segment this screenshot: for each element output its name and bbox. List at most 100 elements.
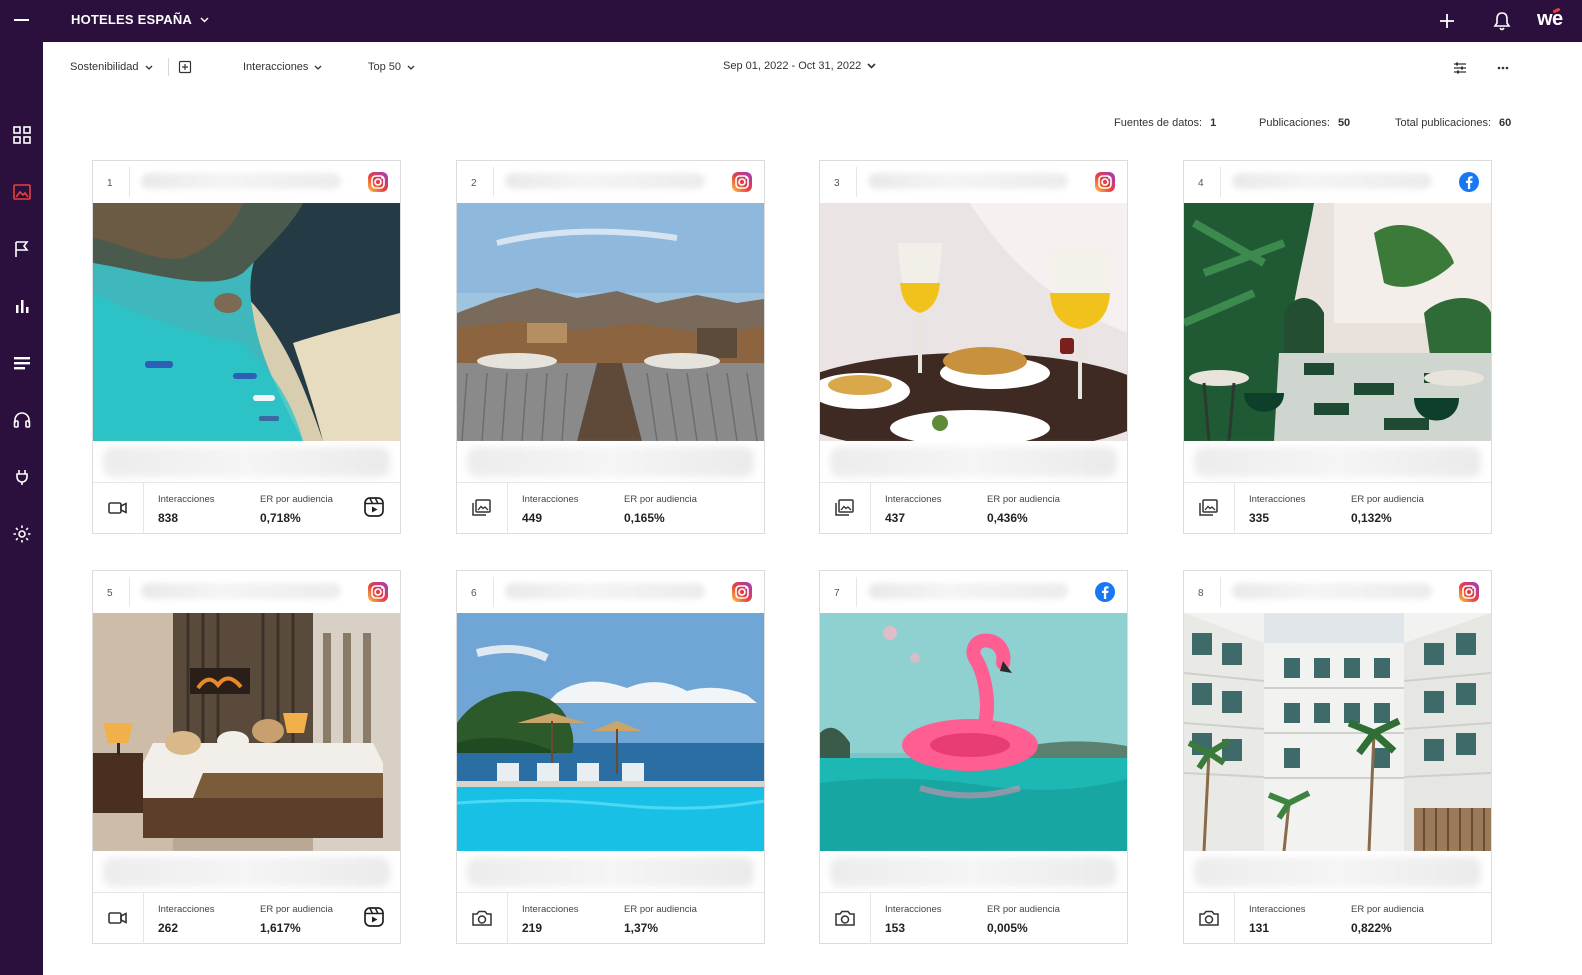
top-label: Top 50 xyxy=(368,61,402,73)
interactions-value: 153 xyxy=(885,921,906,935)
plus-icon[interactable] xyxy=(1437,11,1457,31)
sidebar-item-reports[interactable] xyxy=(11,352,33,374)
bell-icon[interactable] xyxy=(1492,10,1512,32)
instagram-icon[interactable] xyxy=(731,581,753,603)
date-range-picker[interactable]: Sep 01, 2022 - Oct 31, 2022 xyxy=(723,60,876,72)
reel-icon[interactable] xyxy=(363,496,385,518)
top-dropdown[interactable]: Top 50 xyxy=(368,61,415,73)
more-options-button[interactable] xyxy=(1494,59,1512,77)
interactions-label: Interacciones xyxy=(885,904,942,915)
chevron-down-icon xyxy=(314,65,322,70)
account-name-blurred xyxy=(505,173,705,189)
account-name-blurred xyxy=(141,583,341,599)
post-rank: 1 xyxy=(107,178,113,189)
settings-icon xyxy=(13,525,31,543)
er-label: ER por audiencia xyxy=(624,494,697,505)
sidebar-item-dashboard[interactable] xyxy=(11,124,33,146)
post-card[interactable]: 2 Interacciones 449 ER por audiencia 0,1… xyxy=(456,160,765,534)
filters-button[interactable] xyxy=(1451,59,1469,77)
account-name-blurred xyxy=(1232,583,1432,599)
facebook-icon[interactable] xyxy=(1094,581,1116,603)
post-card[interactable]: 5 Interacciones 262 ER por audiencia 1,6… xyxy=(92,570,401,944)
interactions-value: 219 xyxy=(522,921,543,935)
chevron-down-icon xyxy=(145,65,152,70)
interactions-value: 131 xyxy=(1249,921,1270,935)
footer-divider xyxy=(457,482,764,483)
caption-blurred xyxy=(467,447,754,477)
bar-chart-icon xyxy=(16,300,29,313)
post-card[interactable]: 3 Interacciones 437 ER por audiencia 0,4… xyxy=(819,160,1128,534)
post-card[interactable]: 6 Interacciones 219 ER por audiencia 1,3… xyxy=(456,570,765,944)
interactions-label: Interacciones xyxy=(1249,904,1306,915)
stats-sources: Fuentes de datos: 1 xyxy=(1114,117,1216,131)
stats-posts: Publicaciones: 50 xyxy=(1259,117,1350,131)
facebook-icon[interactable] xyxy=(1458,171,1480,193)
stat-value: 1 xyxy=(1210,117,1217,129)
footer-divider xyxy=(1184,892,1491,893)
post-card[interactable]: 8 Interacciones 131 ER por audiencia 0,8… xyxy=(1183,570,1492,944)
metric-dropdown[interactable]: Interacciones xyxy=(243,61,322,73)
footer-divider xyxy=(1184,482,1491,483)
gallery-icon xyxy=(472,499,491,516)
sidebar-item-integrations[interactable] xyxy=(11,466,33,488)
topic-dropdown[interactable]: Sostenibilidad xyxy=(70,61,153,73)
post-image[interactable] xyxy=(457,613,764,851)
post-card-header: 7 xyxy=(820,571,1127,613)
footer-divider xyxy=(93,892,400,893)
add-topic-icon[interactable] xyxy=(178,60,192,74)
footer-divider xyxy=(143,483,144,534)
er-value: 0,718% xyxy=(260,511,301,525)
post-image[interactable] xyxy=(1184,203,1491,441)
post-image[interactable] xyxy=(93,203,400,441)
post-card-header: 1 xyxy=(93,161,400,203)
header-divider xyxy=(493,577,494,607)
interactions-value: 838 xyxy=(158,511,179,525)
gallery-icon xyxy=(835,499,854,516)
post-rank: 3 xyxy=(834,178,840,189)
footer-divider xyxy=(143,893,144,944)
sidebar-item-analytics[interactable] xyxy=(11,295,33,317)
list-icon xyxy=(14,357,30,370)
we-logo[interactable]: we xyxy=(1537,7,1563,31)
post-card-header: 4 xyxy=(1184,161,1491,203)
menu-icon[interactable] xyxy=(14,19,29,21)
footer-divider xyxy=(870,893,871,944)
post-rank: 2 xyxy=(471,178,477,189)
instagram-icon[interactable] xyxy=(1094,171,1116,193)
sidebar-item-posts[interactable] xyxy=(11,181,33,203)
instagram-icon[interactable] xyxy=(367,171,389,193)
interactions-label: Interacciones xyxy=(522,494,579,505)
reel-icon[interactable] xyxy=(363,906,385,928)
caption-blurred xyxy=(830,857,1117,887)
sidebar-item-settings[interactable] xyxy=(11,523,33,545)
brand-selector[interactable]: HOTELES ESPAÑA xyxy=(71,12,209,27)
header-divider xyxy=(129,577,130,607)
post-image[interactable] xyxy=(820,613,1127,851)
sidebar-item-listening[interactable] xyxy=(11,409,33,431)
post-image[interactable] xyxy=(1184,613,1491,851)
post-image[interactable] xyxy=(820,203,1127,441)
interactions-label: Interacciones xyxy=(1249,494,1306,505)
post-card-header: 2 xyxy=(457,161,764,203)
header-divider xyxy=(856,577,857,607)
header-divider xyxy=(129,167,130,197)
stat-label: Fuentes de datos: xyxy=(1114,117,1203,129)
instagram-icon[interactable] xyxy=(731,171,753,193)
post-image[interactable] xyxy=(457,203,764,441)
post-card[interactable]: 1 Interacciones 838 ER por audiencia 0,7… xyxy=(92,160,401,534)
er-value: 0,132% xyxy=(1351,511,1392,525)
top-bar: HOTELES ESPAÑA we xyxy=(0,0,1582,42)
er-value: 0,165% xyxy=(624,511,665,525)
instagram-icon[interactable] xyxy=(1458,581,1480,603)
post-card[interactable]: 4 Interacciones 335 ER por audiencia 0,1… xyxy=(1183,160,1492,534)
sidebar-item-campaigns[interactable] xyxy=(11,238,33,260)
brand-name: HOTELES ESPAÑA xyxy=(71,12,193,27)
footer-divider xyxy=(870,483,871,534)
instagram-icon[interactable] xyxy=(367,581,389,603)
footer-divider xyxy=(820,892,1127,893)
account-name-blurred xyxy=(1232,173,1432,189)
post-card[interactable]: 7 Interacciones 153 ER por audiencia 0,0… xyxy=(819,570,1128,944)
er-value: 0,436% xyxy=(987,511,1028,525)
stat-value: 60 xyxy=(1499,117,1512,129)
post-image[interactable] xyxy=(93,613,400,851)
